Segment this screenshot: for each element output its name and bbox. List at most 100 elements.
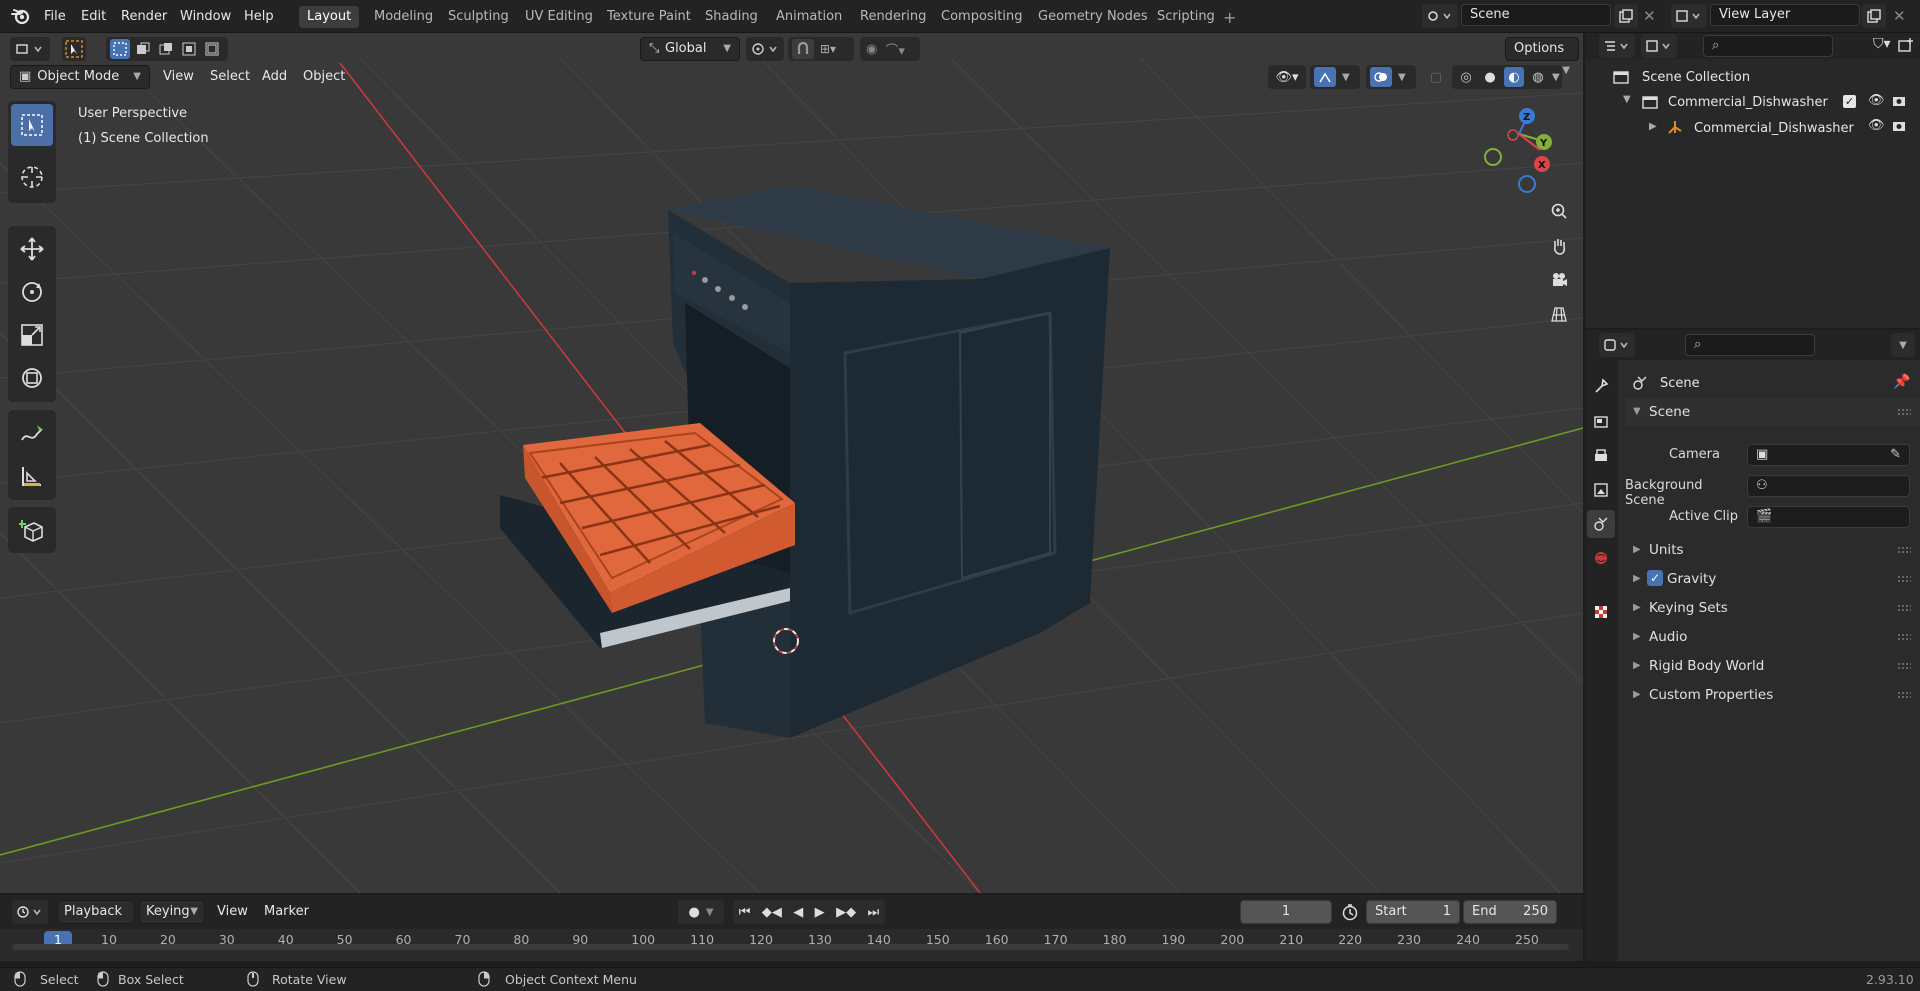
current-frame-field[interactable]: 1 xyxy=(1240,900,1332,924)
zoom-view-icon[interactable] xyxy=(1546,198,1572,224)
drag-handle-icon[interactable] xyxy=(1897,633,1911,641)
scene-panel-header[interactable]: ▼ Scene xyxy=(1625,398,1920,426)
dishwasher-model[interactable] xyxy=(500,185,1110,738)
rotate-tool-icon[interactable] xyxy=(11,271,53,313)
collection-render-icon[interactable] xyxy=(1891,93,1907,109)
start-frame-field[interactable]: Start 1 xyxy=(1366,900,1460,924)
outliner-search-input[interactable]: ⌕ xyxy=(1703,35,1833,57)
pan-view-icon[interactable] xyxy=(1546,233,1572,259)
gizmo-icon[interactable] xyxy=(1314,67,1336,87)
world-tab-icon[interactable] xyxy=(1587,544,1615,572)
render-tab-icon[interactable] xyxy=(1587,408,1615,436)
object-render-icon[interactable] xyxy=(1891,118,1907,134)
tab-uv-editing[interactable]: UV Editing xyxy=(517,6,601,28)
mode-set-icon[interactable] xyxy=(110,39,130,59)
material-shading-icon[interactable]: ◐ xyxy=(1504,67,1524,87)
properties-search-input[interactable]: ⌕ xyxy=(1685,334,1815,356)
editor-type-icon[interactable] xyxy=(10,37,50,61)
menu-edit[interactable]: Edit xyxy=(75,7,112,27)
mode-intersect-icon[interactable] xyxy=(202,39,222,59)
drag-handle-icon[interactable] xyxy=(1897,691,1911,699)
tab-compositing[interactable]: Compositing xyxy=(933,6,1031,28)
timeline-scrollbar[interactable] xyxy=(12,944,1569,950)
scene-selector-icon[interactable] xyxy=(1422,4,1458,28)
drag-handle-icon[interactable] xyxy=(1897,575,1911,583)
navigation-gizmo[interactable] xyxy=(1484,108,1552,193)
solid-shading-icon[interactable]: ● xyxy=(1480,67,1500,87)
new-collection-icon[interactable] xyxy=(1898,37,1914,53)
collection-visibility-icon[interactable]: 👁 xyxy=(1868,93,1885,108)
units-panel-header[interactable]: ▶ Units xyxy=(1625,537,1920,563)
move-tool-icon[interactable] xyxy=(11,228,53,270)
expand-collection-icon[interactable]: ▼ xyxy=(1623,94,1631,105)
falloff-icon[interactable]: ⌒▾ xyxy=(885,40,905,59)
mode-subtract-icon[interactable] xyxy=(156,39,176,59)
display-mode-icon[interactable] xyxy=(1641,34,1677,58)
timeline-menu-view[interactable]: View xyxy=(211,902,254,922)
transform-orientation-dropdown[interactable]: ⤡ Global ▼ xyxy=(640,37,740,61)
pivot-point-icon[interactable] xyxy=(746,37,784,61)
preview-range-icon[interactable] xyxy=(1341,903,1359,921)
play-icon[interactable]: ▶ xyxy=(815,905,825,920)
audio-panel-header[interactable]: ▶ Audio xyxy=(1625,624,1920,650)
drag-handle-icon[interactable] xyxy=(1897,604,1911,612)
collection-checkbox[interactable]: ✓ xyxy=(1843,95,1856,108)
outliner-editor-type-icon[interactable] xyxy=(1599,34,1635,58)
scene-collection-label[interactable]: Scene Collection xyxy=(1642,70,1750,85)
object-mode-dropdown[interactable]: ▣ Object Mode ▼ xyxy=(10,65,150,89)
add-workspace-icon[interactable]: + xyxy=(1223,8,1236,27)
view-layer-name-field[interactable]: View Layer xyxy=(1710,4,1860,26)
visibility-filter-icon[interactable]: 👁▾ xyxy=(1268,65,1306,89)
timeline-ruler[interactable]: 1 10 20 30 40 50 60 70 80 90 100 110 120 130 140 150 160… xyxy=(0,929,1583,951)
drag-handle-icon[interactable] xyxy=(1897,408,1911,416)
record-icon[interactable]: ● xyxy=(688,905,699,920)
select-tool-mode-icon[interactable] xyxy=(62,37,86,61)
tab-modeling[interactable]: Modeling xyxy=(366,6,441,28)
snap-target-icon[interactable]: ⊞▾ xyxy=(820,42,836,56)
tab-layout[interactable]: Layout xyxy=(299,6,360,28)
active-clip-field[interactable]: 🎬 xyxy=(1747,506,1910,528)
viewport-menu-select[interactable]: Select xyxy=(204,67,256,87)
menu-file[interactable]: File xyxy=(38,7,72,27)
expand-object-icon[interactable]: ▶ xyxy=(1649,121,1657,132)
object-visibility-icon[interactable]: 👁 xyxy=(1868,118,1885,133)
timeline-editor-type-icon[interactable] xyxy=(12,900,48,924)
collection-label[interactable]: Commercial_Dishwasher xyxy=(1668,95,1828,110)
viewport-menu-add[interactable]: Add xyxy=(256,67,293,87)
mode-extend-icon[interactable] xyxy=(133,39,153,59)
viewport-menu-object[interactable]: Object xyxy=(297,67,351,87)
tab-scripting[interactable]: Scripting xyxy=(1149,6,1223,28)
end-frame-field[interactable]: End 250 xyxy=(1463,900,1557,924)
chevron-down-icon[interactable]: ▼ xyxy=(1398,72,1406,83)
3d-viewport[interactable]: Z Y X ⤡ Global ▼ ⊞▾ ◉ ⌒▾ Options ▼ ▣ Object M… xyxy=(0,33,1583,893)
tab-rendering[interactable]: Rendering xyxy=(852,6,934,28)
camera-field[interactable]: ▣ ✎ xyxy=(1747,444,1910,466)
viewport-scene[interactable]: Z Y X xyxy=(0,33,1583,893)
cursor-tool-icon[interactable] xyxy=(11,156,53,198)
tab-animation[interactable]: Animation xyxy=(768,6,850,28)
prev-keyframe-icon[interactable]: ◆◀ xyxy=(762,905,782,920)
playback-menu[interactable]: Playback▼ xyxy=(57,900,135,939)
eyedropper-icon[interactable]: ✎ xyxy=(1890,445,1901,465)
transform-tool-icon[interactable] xyxy=(11,357,53,399)
keying-menu[interactable]: Keying ▼ xyxy=(139,900,205,924)
properties-options-icon[interactable]: ▼ xyxy=(1891,333,1915,357)
object-label[interactable]: Commercial_Dishwasher xyxy=(1694,121,1854,136)
jump-end-icon[interactable]: ⏭ xyxy=(868,905,880,920)
gravity-panel-header[interactable]: ▶ ✓ Gravity xyxy=(1625,566,1920,592)
menu-render[interactable]: Render xyxy=(115,7,173,27)
scene-name-field[interactable]: Scene xyxy=(1461,4,1611,26)
options-dropdown[interactable]: Options ▼ xyxy=(1505,37,1579,76)
wireframe-shading-icon[interactable]: ◎ xyxy=(1456,67,1476,87)
keying-sets-panel-header[interactable]: ▶ Keying Sets xyxy=(1625,595,1920,621)
tab-sculpting[interactable]: Sculpting xyxy=(440,6,517,28)
scene-tab-icon[interactable] xyxy=(1587,510,1615,538)
drag-handle-icon[interactable] xyxy=(1897,662,1911,670)
rendered-shading-icon[interactable]: ◍ xyxy=(1528,67,1548,87)
chevron-down-icon[interactable]: ▼ xyxy=(706,907,714,918)
properties-editor-type-icon[interactable] xyxy=(1599,333,1635,357)
chevron-down-icon[interactable]: ▼ xyxy=(1552,72,1560,83)
tool-tab-icon[interactable] xyxy=(1587,372,1615,400)
annotate-tool-icon[interactable] xyxy=(11,412,53,454)
camera-view-icon[interactable] xyxy=(1546,267,1572,293)
